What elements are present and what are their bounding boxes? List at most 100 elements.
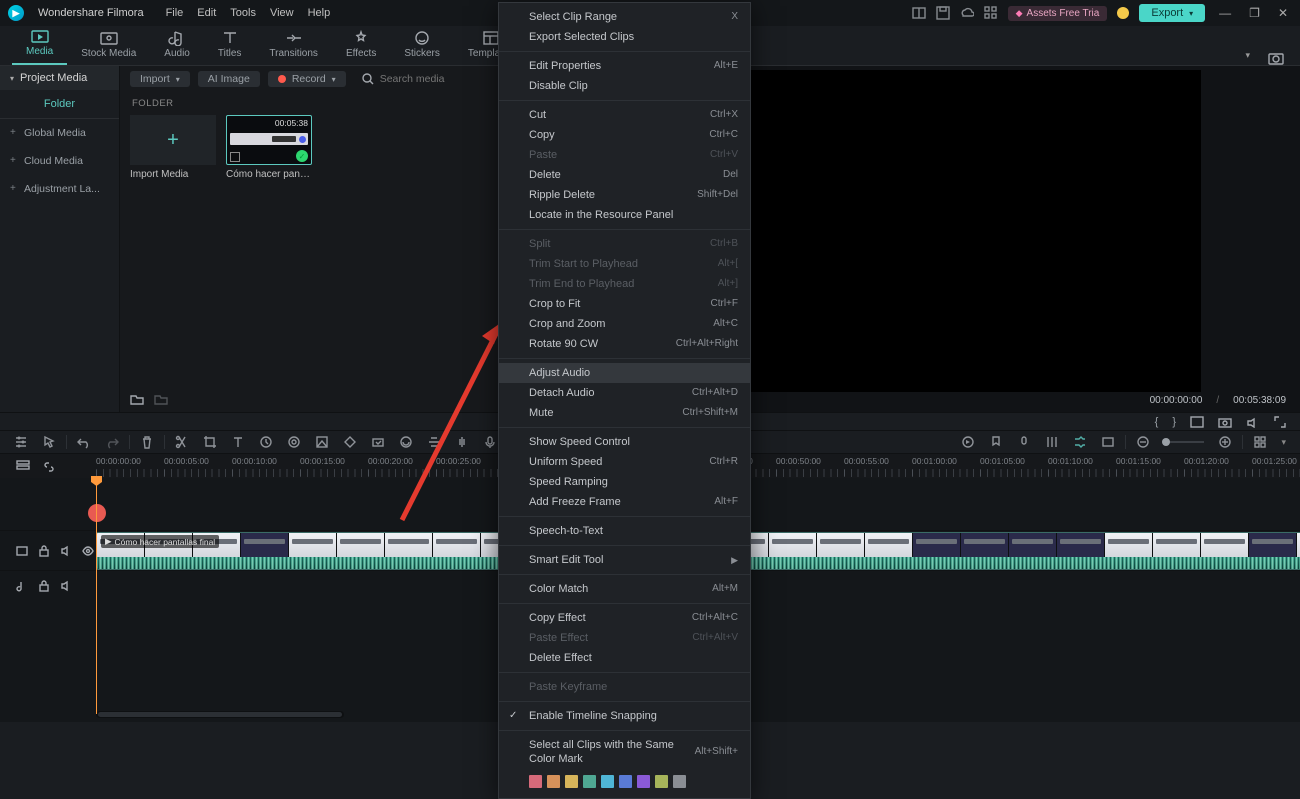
ctx-speech-to-text[interactable]: Speech-to-Text xyxy=(499,521,750,541)
playhead[interactable] xyxy=(96,478,97,714)
color-swatch[interactable] xyxy=(565,775,578,788)
mute-icon[interactable] xyxy=(60,580,72,592)
new-folder-2-icon[interactable] xyxy=(154,393,168,405)
tab-audio[interactable]: Audio xyxy=(150,28,204,65)
color-swatch[interactable] xyxy=(583,775,596,788)
green-screen-icon[interactable] xyxy=(315,435,329,449)
color-icon[interactable] xyxy=(287,435,301,449)
ctx-ripple-delete[interactable]: Ripple DeleteShift+Del xyxy=(499,185,750,205)
menu-edit[interactable]: Edit xyxy=(197,7,216,19)
split-icon[interactable] xyxy=(175,435,189,449)
timeline-scrollbar[interactable] xyxy=(96,711,344,718)
pointer-tool-icon[interactable] xyxy=(42,435,56,449)
close-button[interactable]: ✕ xyxy=(1274,6,1292,20)
ctx-select-clip-range[interactable]: Select Clip RangeX xyxy=(499,7,750,27)
ctx-delete[interactable]: DeleteDel xyxy=(499,165,750,185)
menu-view[interactable]: View xyxy=(270,7,294,19)
preview-dropdown[interactable]: ▾ xyxy=(1227,46,1268,65)
render-icon[interactable] xyxy=(961,435,975,449)
record-button[interactable]: Record▾ xyxy=(268,71,346,87)
track-manager-icon[interactable] xyxy=(16,460,30,472)
import-button[interactable]: Import▾ xyxy=(130,71,190,87)
cloud-icon[interactable] xyxy=(960,6,974,20)
tl-settings-icon[interactable] xyxy=(14,435,28,449)
speed-icon[interactable] xyxy=(259,435,273,449)
menu-help[interactable]: Help xyxy=(308,7,331,19)
link-icon[interactable] xyxy=(42,460,56,472)
ctx-detach-audio[interactable]: Detach AudioCtrl+Alt+D xyxy=(499,383,750,403)
zoom-out-icon[interactable] xyxy=(1136,435,1150,449)
media-clip[interactable]: 00:05:38 ✓ Cómo hacer pantallas ... xyxy=(226,115,312,180)
lock-icon[interactable] xyxy=(38,580,50,592)
preview-canvas[interactable] xyxy=(719,70,1201,392)
tab-effects[interactable]: Effects xyxy=(332,28,390,65)
tl-snap-icon[interactable] xyxy=(1101,435,1115,449)
ctx-show-speed-control[interactable]: Show Speed Control xyxy=(499,432,750,452)
undo-icon[interactable] xyxy=(77,435,91,449)
ctx-cut[interactable]: CutCtrl+X xyxy=(499,105,750,125)
color-swatch[interactable] xyxy=(673,775,686,788)
ctx-color-match[interactable]: Color MatchAlt+M xyxy=(499,579,750,599)
new-folder-icon[interactable] xyxy=(130,393,144,405)
tl-mic-icon[interactable] xyxy=(1017,435,1031,449)
maximize-button[interactable]: ❐ xyxy=(1245,6,1264,20)
sidebar-global-media[interactable]: Global Media xyxy=(0,119,119,147)
color-swatch[interactable] xyxy=(637,775,650,788)
ctx-speed-ramping[interactable]: Speed Ramping xyxy=(499,472,750,492)
folder-tab[interactable]: Folder xyxy=(0,90,119,119)
text-icon[interactable] xyxy=(231,435,245,449)
ctx-delete-effect[interactable]: Delete Effect xyxy=(499,648,750,668)
snapshot-icon[interactable] xyxy=(1268,51,1284,65)
menu-file[interactable]: File xyxy=(166,7,184,19)
ctx-rotate-90-cw[interactable]: Rotate 90 CWCtrl+Alt+Right xyxy=(499,334,750,354)
ctx-edit-properties[interactable]: Edit PropertiesAlt+E xyxy=(499,56,750,76)
record-vo-icon[interactable] xyxy=(483,435,497,449)
ctx-locate-in-the-resource-panel[interactable]: Locate in the Resource Panel xyxy=(499,205,750,225)
tab-titles[interactable]: Titles xyxy=(204,28,256,65)
import-media-cell[interactable]: + Import Media xyxy=(130,115,216,180)
ctx-disable-clip[interactable]: Disable Clip xyxy=(499,76,750,96)
project-media-header[interactable]: Project Media xyxy=(0,66,119,90)
redo-icon[interactable] xyxy=(105,435,119,449)
assets-pill[interactable]: Assets Free Tria xyxy=(1008,6,1108,21)
ctx-export-selected-clips[interactable]: Export Selected Clips xyxy=(499,27,750,47)
mask-icon[interactable] xyxy=(399,435,413,449)
visibility-icon[interactable] xyxy=(82,545,94,557)
tl-marker-icon[interactable] xyxy=(989,435,1003,449)
color-swatch[interactable] xyxy=(619,775,632,788)
tab-media[interactable]: Media xyxy=(12,26,67,65)
ai-image-button[interactable]: AI Image xyxy=(198,71,260,87)
color-swatch[interactable] xyxy=(547,775,560,788)
tab-stock[interactable]: Stock Media xyxy=(67,28,150,65)
ctx-crop-to-fit[interactable]: Crop to FitCtrl+F xyxy=(499,294,750,314)
apps-icon[interactable] xyxy=(984,6,998,20)
ctx-add-freeze-frame[interactable]: Add Freeze FrameAlt+F xyxy=(499,492,750,512)
tab-stickers[interactable]: Stickers xyxy=(390,28,454,65)
color-swatch[interactable] xyxy=(529,775,542,788)
sidebar-cloud-media[interactable]: Cloud Media xyxy=(0,147,119,175)
ctx-adjust-audio[interactable]: Adjust Audio xyxy=(499,363,750,383)
menu-tools[interactable]: Tools xyxy=(230,7,256,19)
notification-dot[interactable] xyxy=(1117,7,1129,19)
zoom-slider[interactable] xyxy=(1164,441,1204,443)
ctx-uniform-speed[interactable]: Uniform SpeedCtrl+R xyxy=(499,452,750,472)
ctx-copy[interactable]: CopyCtrl+C xyxy=(499,125,750,145)
export-button[interactable]: Export▾ xyxy=(1139,4,1205,22)
playhead-handle[interactable] xyxy=(88,504,106,522)
motion-icon[interactable] xyxy=(371,435,385,449)
lock-icon[interactable] xyxy=(38,545,50,557)
ctx-copy-effect[interactable]: Copy EffectCtrl+Alt+C xyxy=(499,608,750,628)
ctx-enable-timeline-snapping[interactable]: ✓Enable Timeline Snapping xyxy=(499,706,750,726)
ctx-mute[interactable]: MuteCtrl+Shift+M xyxy=(499,403,750,423)
crop-icon[interactable] xyxy=(203,435,217,449)
minimize-button[interactable]: — xyxy=(1215,6,1235,20)
color-swatch[interactable] xyxy=(601,775,614,788)
layout-icon[interactable] xyxy=(912,6,926,20)
fullscreen-preview-icon[interactable] xyxy=(1190,416,1204,428)
delete-icon[interactable] xyxy=(140,435,154,449)
volume-icon[interactable] xyxy=(1246,416,1260,428)
audio-edit-icon[interactable] xyxy=(455,435,469,449)
tl-view-icon[interactable] xyxy=(1253,435,1267,449)
expand-icon[interactable] xyxy=(1274,416,1286,428)
adjust-icon[interactable] xyxy=(427,435,441,449)
